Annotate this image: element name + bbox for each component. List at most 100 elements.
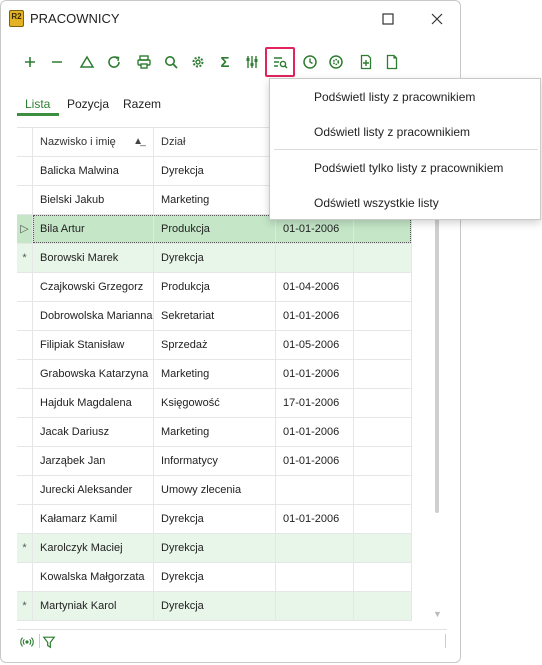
sum-button[interactable]: Σ (212, 49, 238, 75)
settings-button[interactable] (185, 49, 211, 75)
cell-name[interactable]: Karolczyk Maciej (33, 534, 154, 562)
cell-extra[interactable] (354, 447, 412, 475)
config-button[interactable] (323, 49, 349, 75)
cell-extra[interactable] (354, 505, 412, 533)
cell-date[interactable]: 01-01-2006 (276, 447, 354, 475)
cell-name[interactable]: Bila Artur (33, 215, 154, 243)
table-row[interactable]: Filipiak Stanisław Sprzedaż 01-05-2006 (17, 331, 412, 360)
cell-name[interactable]: Martyniak Karol (33, 592, 154, 620)
cell-department[interactable]: Dyrekcja (154, 244, 276, 272)
refresh-button[interactable] (101, 49, 127, 75)
print-button[interactable] (131, 49, 157, 75)
cell-date[interactable]: 17-01-2006 (276, 389, 354, 417)
live-update-button[interactable] (19, 634, 35, 650)
cell-date[interactable]: 01-01-2006 (276, 302, 354, 330)
cell-department[interactable]: Produkcja (154, 273, 276, 301)
cell-name[interactable]: Kałamarz Kamil (33, 505, 154, 533)
close-button[interactable] (422, 7, 452, 31)
cell-department[interactable]: Marketing (154, 186, 276, 214)
cell-date[interactable] (276, 476, 354, 504)
table-row[interactable]: Kowalska Małgorzata Dyrekcja (17, 563, 412, 592)
tab-lista[interactable]: Lista (17, 95, 59, 116)
cell-date[interactable]: 01-04-2006 (276, 273, 354, 301)
document-button[interactable] (379, 49, 405, 75)
add-button[interactable] (17, 49, 43, 75)
cell-extra[interactable] (354, 331, 412, 359)
column-header-department[interactable]: Dział (154, 128, 276, 156)
cell-name[interactable]: Borowski Marek (33, 244, 154, 272)
up-button[interactable] (74, 49, 100, 75)
menu-item-highlight-lists[interactable]: Podświetl listy z pracownikiem (314, 90, 475, 104)
new-document-button[interactable] (353, 49, 379, 75)
cell-extra[interactable] (354, 302, 412, 330)
table-row[interactable]: Jurecki Aleksander Umowy zlecenia (17, 476, 412, 505)
table-row[interactable]: Dobrowolska Marianna Sekretariat 01-01-200… (17, 302, 412, 331)
cell-name[interactable]: Hajduk Magdalena (33, 389, 154, 417)
cell-name[interactable]: Balicka Malwina (33, 157, 154, 185)
cell-name[interactable]: Jacak Dariusz (33, 418, 154, 446)
cell-extra[interactable] (354, 418, 412, 446)
cell-name[interactable]: Jarząbek Jan (33, 447, 154, 475)
cell-extra[interactable] (354, 476, 412, 504)
table-row[interactable]: Grabowska Katarzyna Marketing 01-01-2006 (17, 360, 412, 389)
filters-button[interactable] (239, 49, 265, 75)
cell-name[interactable]: Jurecki Aleksander (33, 476, 154, 504)
cell-name[interactable]: Czajkowski Grzegorz (33, 273, 154, 301)
table-row[interactable]: Hajduk Magdalena Księgowość 17-01-2006 (17, 389, 412, 418)
menu-item-unhighlight-lists[interactable]: Odświetl listy z pracownikiem (314, 125, 470, 139)
column-header-name[interactable]: Nazwisko i imię ▲̲ (33, 128, 154, 156)
cell-department[interactable]: Dyrekcja (154, 592, 276, 620)
table-row[interactable]: * Karolczyk Maciej Dyrekcja (17, 534, 412, 563)
cell-extra[interactable] (354, 244, 412, 272)
highlight-list-button[interactable] (265, 47, 295, 77)
cell-name[interactable]: Grabowska Katarzyna (33, 360, 154, 388)
table-row[interactable]: * Borowski Marek Dyrekcja (17, 244, 412, 273)
cell-department[interactable]: Dyrekcja (154, 534, 276, 562)
table-row[interactable]: Czajkowski Grzegorz Produkcja 01-04-2006 (17, 273, 412, 302)
cell-name[interactable]: Kowalska Małgorzata (33, 563, 154, 591)
cell-department[interactable]: Sprzedaż (154, 331, 276, 359)
tab-razem[interactable]: Razem (123, 95, 161, 113)
cell-department[interactable]: Dyrekcja (154, 505, 276, 533)
cell-date[interactable] (276, 592, 354, 620)
search-button[interactable] (158, 49, 184, 75)
menu-item-highlight-only-lists[interactable]: Podświetl tylko listy z pracownikiem (314, 161, 503, 175)
cell-department[interactable]: Produkcja (154, 215, 276, 243)
cell-department[interactable]: Marketing (154, 418, 276, 446)
cell-date[interactable]: 01-05-2006 (276, 331, 354, 359)
cell-extra[interactable] (354, 360, 412, 388)
table-row[interactable]: * Martyniak Karol Dyrekcja (17, 592, 412, 621)
history-button[interactable] (297, 49, 323, 75)
cell-department[interactable]: Dyrekcja (154, 157, 276, 185)
table-row[interactable]: Jarząbek Jan Informatycy 01-01-2006 (17, 447, 412, 476)
maximize-button[interactable] (373, 7, 403, 31)
filter-button[interactable] (41, 634, 57, 650)
cell-department[interactable]: Marketing (154, 360, 276, 388)
cell-date[interactable] (276, 534, 354, 562)
cell-date[interactable]: 01-01-2006 (276, 505, 354, 533)
cell-extra[interactable] (354, 534, 412, 562)
cell-name[interactable]: Dobrowolska Marianna (33, 302, 154, 330)
cell-extra[interactable] (354, 563, 412, 591)
remove-button[interactable] (44, 49, 70, 75)
cell-department[interactable]: Księgowość (154, 389, 276, 417)
cell-date[interactable] (276, 563, 354, 591)
cell-date[interactable]: 01-01-2006 (276, 418, 354, 446)
menu-item-unhighlight-all-lists[interactable]: Odświetl wszystkie listy (314, 196, 439, 210)
cell-extra[interactable] (354, 389, 412, 417)
cell-department[interactable]: Sekretariat (154, 302, 276, 330)
scroll-down-arrow-icon[interactable]: ▼ (433, 609, 442, 619)
cell-date[interactable] (276, 244, 354, 272)
cell-extra[interactable] (354, 592, 412, 620)
tab-pozycja[interactable]: Pozycja (67, 95, 109, 113)
table-row[interactable]: Kałamarz Kamil Dyrekcja 01-01-2006 (17, 505, 412, 534)
cell-department[interactable]: Umowy zlecenia (154, 476, 276, 504)
cell-name[interactable]: Bielski Jakub (33, 186, 154, 214)
cell-extra[interactable] (354, 273, 412, 301)
cell-date[interactable]: 01-01-2006 (276, 360, 354, 388)
cell-department[interactable]: Informatycy (154, 447, 276, 475)
cell-department[interactable]: Dyrekcja (154, 563, 276, 591)
table-row[interactable]: Jacak Dariusz Marketing 01-01-2006 (17, 418, 412, 447)
cell-name[interactable]: Filipiak Stanisław (33, 331, 154, 359)
refresh-icon (108, 56, 120, 68)
